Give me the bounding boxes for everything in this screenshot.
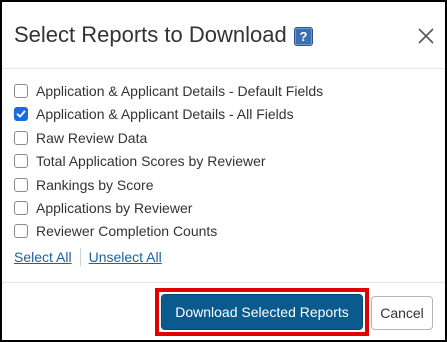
checkbox-checked[interactable] xyxy=(14,107,28,121)
checkbox[interactable] xyxy=(14,84,28,98)
selection-links: Select All Unselect All xyxy=(14,247,162,267)
checkbox[interactable] xyxy=(14,178,28,192)
select-all-link[interactable]: Select All xyxy=(14,249,72,265)
link-divider xyxy=(79,248,81,266)
checkbox[interactable] xyxy=(14,224,28,238)
help-icon[interactable]: ? xyxy=(294,27,313,46)
dialog-footer: Download Selected Reports Cancel xyxy=(2,282,445,341)
report-option-label: Applications by Reviewer xyxy=(36,200,193,216)
report-option-default-fields[interactable]: Application & Applicant Details - Defaul… xyxy=(14,81,323,101)
report-option-label: Total Application Scores by Reviewer xyxy=(36,153,266,169)
report-option-total-scores[interactable]: Total Application Scores by Reviewer xyxy=(14,151,266,171)
dialog-title: Select Reports to Download xyxy=(14,22,287,47)
report-option-raw-review-data[interactable]: Raw Review Data xyxy=(14,128,147,148)
checkmark-icon xyxy=(16,110,26,118)
close-icon[interactable] xyxy=(412,22,440,50)
report-option-applications-by-reviewer[interactable]: Applications by Reviewer xyxy=(14,198,192,218)
dialog-header: Select Reports to Download ? xyxy=(2,2,445,69)
report-option-completion-counts[interactable]: Reviewer Completion Counts xyxy=(14,221,217,241)
report-option-rankings[interactable]: Rankings by Score xyxy=(14,175,154,195)
checkbox[interactable] xyxy=(14,154,28,168)
cancel-button[interactable]: Cancel xyxy=(371,296,433,330)
select-reports-dialog: Select Reports to Download ? Application… xyxy=(0,0,447,342)
report-option-label: Reviewer Completion Counts xyxy=(36,223,218,239)
report-option-all-fields[interactable]: Application & Applicant Details - All Fi… xyxy=(14,104,294,124)
dialog-body: Application & Applicant Details - Defaul… xyxy=(2,69,445,282)
report-option-label: Application & Applicant Details - All Fi… xyxy=(36,106,294,122)
report-option-label: Raw Review Data xyxy=(36,130,148,146)
report-option-label: Rankings by Score xyxy=(36,177,154,193)
checkbox[interactable] xyxy=(14,201,28,215)
download-selected-reports-button[interactable]: Download Selected Reports xyxy=(161,294,363,330)
checkbox[interactable] xyxy=(14,131,28,145)
report-option-label: Application & Applicant Details - Defaul… xyxy=(36,83,324,99)
unselect-all-link[interactable]: Unselect All xyxy=(89,249,162,265)
